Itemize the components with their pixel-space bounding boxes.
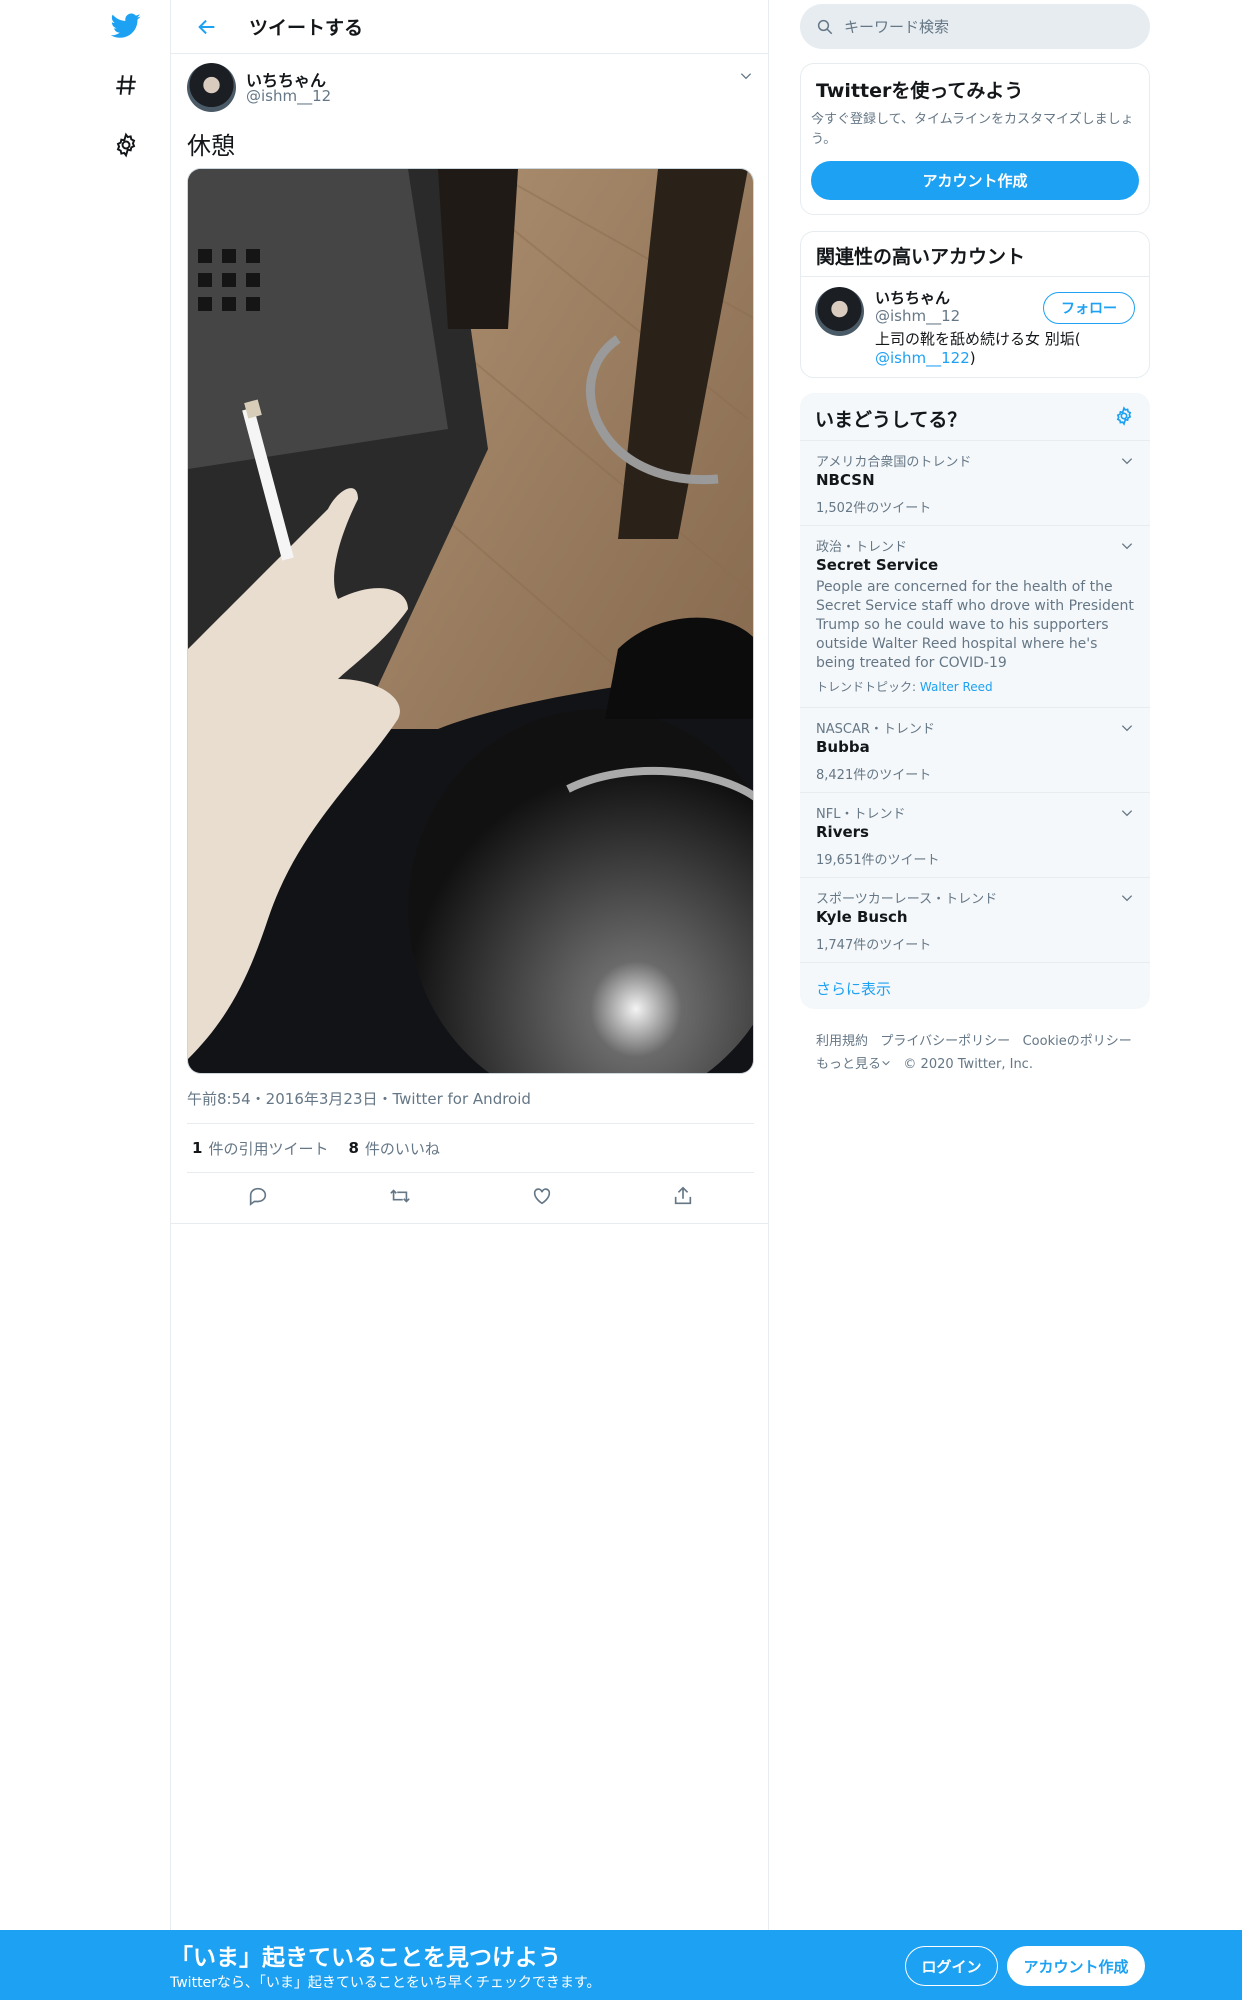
trend-meta: NFL・トレンド	[816, 807, 906, 822]
page-header: ツイートする	[171, 0, 768, 54]
trend-count: 8,421件のツイート	[816, 768, 932, 783]
share-icon[interactable]	[672, 1185, 694, 1211]
trend-meta: NASCAR・トレンド	[816, 722, 935, 737]
related-bio-text: 上司の靴を舐め続ける女 別垢(	[875, 330, 1081, 348]
signup-card-desc: 今すぐ登録して、タイムラインをカスタマイズしましょう。	[811, 112, 1134, 147]
trends-card: いまどうしてる？ アメリカ合衆国のトレンド NBCSN 1,502件のツイート …	[800, 393, 1150, 1009]
back-arrow-icon[interactable]	[187, 7, 227, 47]
footer-copyright: © 2020 Twitter, Inc.	[903, 1057, 1033, 1072]
search-placeholder: キーワード検索	[844, 18, 950, 36]
trend-meta: アメリカ合衆国のトレンド	[816, 455, 972, 470]
quote-label[interactable]: 件の引用ツイート	[208, 1138, 328, 1159]
related-accounts-card: 関連性の高いアカウント いちちゃん @ishm__12 フォロー 上司の靴を舐め…	[800, 231, 1150, 378]
footer-privacy[interactable]: プライバシーポリシー	[880, 1034, 1010, 1049]
banner-subtitle: Twitterなら、「いま」起きていることをいち早くチェックできます。	[170, 1975, 601, 1991]
footer-links-2: もっと見る © 2020 Twitter, Inc.	[816, 1053, 1033, 1072]
divider	[171, 1223, 768, 1224]
tweet-text: 休憩	[187, 132, 235, 160]
chevron-down-icon[interactable]	[1120, 720, 1134, 739]
trend-name: Kyle Busch	[816, 908, 908, 926]
footer-links: 利用規約 プライバシーポリシー Cookieのポリシー	[816, 1030, 1132, 1049]
main-column: ツイートする いちちゃん @ishm__12 休憩 午前8:54・2016年3月…	[170, 0, 769, 1930]
hashtag-icon[interactable]	[108, 67, 144, 103]
trend-count: 1,502件のツイート	[816, 501, 932, 516]
chevron-down-icon[interactable]	[1120, 538, 1134, 557]
trend-item[interactable]: スポーツカーレース・トレンド Kyle Busch 1,747件のツイート	[800, 877, 1150, 962]
avatar[interactable]	[187, 63, 236, 112]
gear-icon[interactable]	[108, 127, 144, 163]
like-label[interactable]: 件のいいね	[365, 1138, 440, 1159]
tweet-photo[interactable]	[187, 168, 754, 1074]
trend-item[interactable]: アメリカ合衆国のトレンド NBCSN 1,502件のツイート	[800, 440, 1150, 525]
banner-title: 「いま」起きていることを見つけよう	[170, 1945, 561, 1971]
signup-card: Twitterを使ってみよう 今すぐ登録して、タイムラインをカスタマイズしましょ…	[800, 63, 1150, 215]
chevron-down-icon[interactable]	[1120, 805, 1134, 824]
trend-item[interactable]: NASCAR・トレンド Bubba 8,421件のツイート	[800, 707, 1150, 792]
trend-count: 19,651件のツイート	[816, 853, 940, 868]
trend-desc: People are concerned for the health of t…	[816, 579, 1134, 671]
related-bio-end: )	[969, 349, 976, 367]
chevron-down-icon[interactable]	[1120, 453, 1134, 472]
tweet-author-handle[interactable]: @ishm__12	[246, 87, 331, 105]
like-count[interactable]: 8	[348, 1139, 358, 1157]
show-more-link[interactable]: さらに表示	[816, 978, 891, 999]
related-bio: 上司の靴を舐め続ける女 別垢(@ishm__122)	[875, 330, 1135, 368]
trend-item[interactable]: 政治・トレンド Secret Service People are concer…	[800, 525, 1150, 707]
trend-topic: トレンドトピック: Walter Reed	[816, 678, 993, 695]
chevron-down-icon[interactable]	[1120, 890, 1134, 909]
related-title: 関連性の高いアカウント	[816, 246, 1026, 268]
chevron-down-icon[interactable]	[881, 1057, 891, 1072]
footer-more[interactable]: もっと見る	[816, 1057, 881, 1072]
reply-icon[interactable]	[247, 1185, 269, 1211]
trend-meta: スポーツカーレース・トレンド	[816, 892, 998, 907]
trend-name: Secret Service	[816, 556, 939, 574]
create-account-button[interactable]: アカウント作成	[811, 161, 1139, 200]
divider	[801, 276, 1149, 277]
trend-topic-label: トレンドトピック:	[816, 680, 917, 694]
signup-card-title: Twitterを使ってみよう	[816, 80, 1024, 102]
trend-item[interactable]: NFL・トレンド Rivers 19,651件のツイート	[800, 792, 1150, 877]
trend-meta: 政治・トレンド	[816, 540, 908, 555]
retweet-icon[interactable]	[388, 1185, 412, 1211]
trend-name: Rivers	[816, 823, 869, 841]
tweet-meta: 午前8:54・2016年3月23日・Twitter for Android	[187, 1090, 531, 1108]
page-title: ツイートする	[249, 17, 364, 39]
chevron-down-icon[interactable]	[739, 68, 753, 87]
avatar[interactable]	[815, 287, 864, 336]
search-input[interactable]: キーワード検索	[800, 4, 1150, 49]
quote-count[interactable]: 1	[192, 1139, 202, 1157]
login-button[interactable]: ログイン	[905, 1946, 998, 1986]
show-more-row[interactable]: さらに表示	[800, 962, 1150, 1009]
trends-settings-gear-icon[interactable]	[1114, 406, 1134, 430]
related-name[interactable]: いちちゃん	[875, 287, 950, 308]
related-bio-link[interactable]: @ishm__122	[875, 349, 970, 367]
related-handle[interactable]: @ishm__12	[875, 307, 960, 325]
twitter-bird-icon[interactable]	[108, 8, 144, 44]
left-nav	[0, 0, 170, 2000]
like-heart-icon[interactable]	[531, 1185, 553, 1211]
signup-button[interactable]: アカウント作成	[1007, 1946, 1145, 1986]
tweet-stats: 1 件の引用ツイート 8 件のいいね	[187, 1123, 754, 1173]
trend-name: NBCSN	[816, 471, 875, 489]
follow-button[interactable]: フォロー	[1043, 292, 1135, 324]
tweet-actions	[187, 1173, 754, 1223]
search-icon	[816, 18, 834, 36]
trend-count: 1,747件のツイート	[816, 938, 932, 953]
trend-topic-link[interactable]: Walter Reed	[920, 680, 993, 694]
footer-cookie[interactable]: Cookieのポリシー	[1023, 1034, 1132, 1049]
signup-banner: 「いま」起きていることを見つけよう Twitterなら、「いま」起きていることを…	[0, 1930, 1242, 2000]
footer-terms[interactable]: 利用規約	[816, 1034, 868, 1049]
trend-name: Bubba	[816, 738, 870, 756]
trends-title: いまどうしてる？	[815, 409, 967, 431]
